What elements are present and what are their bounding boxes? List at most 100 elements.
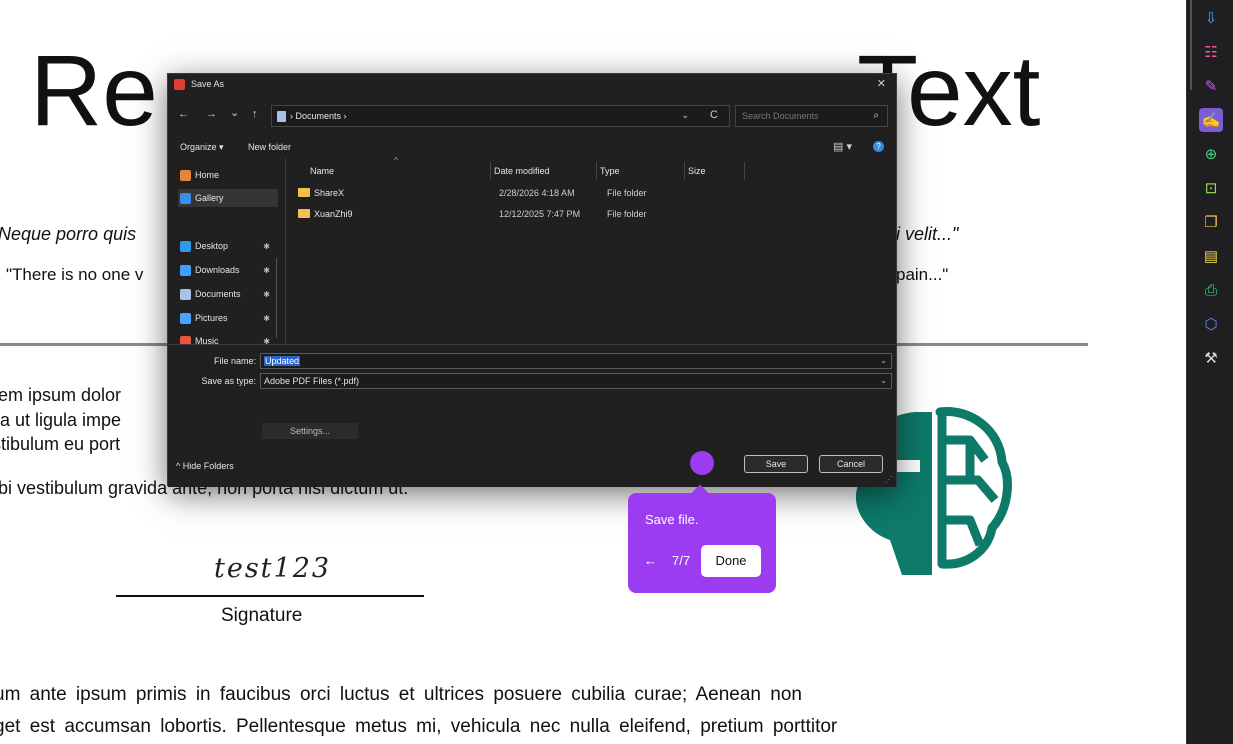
file-row[interactable]: XuanZhi9 12/12/2025 7:47 PM File folder (298, 206, 888, 222)
quote-italic-left: Neque porro quis (0, 224, 137, 244)
protect-icon[interactable]: ⬡ (1199, 312, 1223, 336)
dialog-title: Save As (191, 79, 225, 89)
file-name-dropdown-icon[interactable]: ⌄ (880, 356, 887, 365)
nav-item-downloads[interactable]: Downloads ✱ (178, 261, 278, 279)
column-header-date[interactable]: Date modified (494, 166, 550, 176)
rail-scroll-indicator[interactable] (1190, 0, 1192, 90)
save-as-dialog: Save As ✕ ← → ⌄ ↑ › Documents › ⌄ C ⌕ Or… (167, 73, 897, 487)
column-header-name[interactable]: Name (310, 166, 334, 176)
column-header-type[interactable]: Type (600, 166, 620, 176)
nav-item-home[interactable]: Home (178, 166, 278, 184)
tour-done-button[interactable]: Done (701, 545, 761, 577)
sort-caret-icon: ^ (394, 156, 398, 165)
close-icon[interactable]: ✕ (877, 77, 886, 90)
nav-item-desktop[interactable]: Desktop ✱ (178, 237, 278, 255)
combine-files-icon[interactable]: ❐ (1199, 210, 1223, 234)
forward-arrow-icon[interactable]: → (206, 108, 217, 120)
lorem-line-2: lla ut ligula impe (0, 410, 122, 430)
signature-label: Signature (221, 605, 303, 626)
scan-ocr-icon[interactable]: ⊡ (1199, 176, 1223, 200)
organize-pages-icon[interactable]: ☷ (1199, 40, 1223, 64)
acrobat-app-icon (174, 78, 185, 90)
up-arrow-icon[interactable]: ↑ (252, 108, 258, 120)
quote-italic-right: i velit..." (896, 224, 959, 244)
export-pdf-icon[interactable]: ⇩ (1199, 6, 1223, 30)
column-separator[interactable] (684, 162, 685, 180)
home-icon (180, 169, 191, 181)
save-as-type-dropdown-icon[interactable]: ⌄ (880, 376, 887, 385)
print-production-icon[interactable]: ⎙ (1199, 278, 1223, 302)
comment-icon[interactable]: ▤ (1199, 244, 1223, 268)
nav-item-documents[interactable]: Documents ✱ (178, 285, 278, 303)
address-dropdown-icon[interactable]: ⌄ (681, 110, 689, 121)
hide-folders-label: Hide Folders (182, 461, 234, 471)
save-as-type-select[interactable]: Adobe PDF Files (*.pdf) ⌄ (260, 373, 892, 389)
file-row[interactable]: ShareX 2/28/2026 4:18 AM File folder (298, 185, 888, 201)
save-options-panel: File name: Updated ⌄ Save as type: Adobe… (168, 344, 896, 487)
file-name-label: File name: (213, 356, 256, 366)
pin-icon[interactable]: ✱ (263, 266, 270, 275)
resize-grip-icon[interactable]: ⋰ (885, 475, 893, 484)
cancel-button[interactable]: Cancel (819, 455, 883, 473)
gallery-icon (180, 192, 191, 204)
file-list: ^ Name Date modified Type Size ShareX 2/2… (288, 156, 896, 344)
desktop-icon (180, 240, 191, 252)
signature-value: test123 (214, 553, 332, 584)
settings-button[interactable]: Settings... (262, 423, 358, 439)
type-cell: File folder (607, 188, 647, 198)
search-input[interactable] (742, 111, 862, 121)
app-root: Re Text Neque porro quis i velit..." "Th… (0, 0, 1233, 744)
tour-hotspot[interactable] (690, 451, 714, 475)
column-separator[interactable] (490, 162, 491, 180)
pane-divider[interactable] (285, 158, 286, 344)
quote-normal-left: "There is no one v (6, 265, 144, 284)
view-options-icon[interactable]: ▤ ▾ (833, 140, 852, 153)
documents-folder-icon (277, 110, 286, 122)
fill-and-sign-icon[interactable]: ✍ (1199, 108, 1223, 132)
search-icon[interactable]: ⌕ (873, 110, 879, 121)
hide-folders-toggle[interactable]: ^ Hide Folders (176, 461, 234, 471)
nav-item-label: Desktop (195, 241, 229, 251)
paragraph-line-2: get est accumsan lobortis. Pellentesque … (0, 716, 838, 737)
column-separator[interactable] (744, 162, 745, 180)
pin-icon[interactable]: ✱ (263, 314, 270, 323)
column-header-size[interactable]: Size (688, 166, 706, 176)
type-cell: File folder (607, 209, 647, 219)
search-box[interactable]: ⌕ (735, 105, 888, 127)
tour-step-counter: 7/7 (672, 553, 691, 568)
downloads-icon (180, 264, 191, 276)
nav-item-pictures[interactable]: Pictures ✱ (178, 309, 278, 327)
pin-icon[interactable]: ✱ (263, 242, 270, 251)
pin-icon[interactable]: ✱ (263, 290, 270, 299)
column-separator[interactable] (596, 162, 597, 180)
command-bar: Organize ▾ New folder ▤ ▾ ? (168, 140, 896, 156)
new-folder-button[interactable]: New folder (248, 142, 291, 152)
file-name-field[interactable]: Updated ⌄ (260, 353, 892, 369)
documents-icon (180, 288, 191, 300)
navigation-bar: ← → ⌄ ↑ › Documents › ⌄ C ⌕ (168, 104, 896, 128)
more-tools-icon[interactable]: ⚒ (1199, 346, 1223, 370)
lorem-line-3: stibulum eu port (0, 434, 121, 454)
back-arrow-icon[interactable]: ← (178, 108, 189, 120)
nav-item-music[interactable]: Music ✱ (178, 332, 278, 344)
organize-button[interactable]: Organize ▾ (180, 142, 224, 153)
nav-item-label: Home (195, 170, 220, 180)
date-modified-cell: 2/28/2026 4:18 AM (499, 188, 575, 198)
breadcrumb[interactable]: › Documents › (290, 111, 347, 121)
folder-icon (298, 188, 310, 197)
request-signature-icon[interactable]: ✎ (1199, 74, 1223, 98)
nav-item-label: Pictures (195, 313, 228, 323)
lorem-line-1: rem ipsum dolor (0, 385, 122, 405)
nav-item-label: Downloads (195, 265, 240, 275)
refresh-icon[interactable]: C (710, 109, 718, 121)
file-name-value[interactable]: Updated (264, 356, 301, 366)
edit-pdf-icon[interactable]: ⊕ (1199, 142, 1223, 166)
help-icon[interactable]: ? (873, 141, 884, 152)
nav-item-gallery[interactable]: Gallery (178, 189, 278, 207)
recent-locations-chevron-icon[interactable]: ⌄ (230, 106, 239, 119)
tour-previous-icon[interactable]: ← (644, 553, 657, 568)
address-bar[interactable]: › Documents › ⌄ C (271, 105, 730, 127)
pin-icon[interactable]: ✱ (263, 337, 270, 345)
save-button[interactable]: Save (744, 455, 808, 473)
chevron-up-icon: ^ (176, 461, 183, 471)
